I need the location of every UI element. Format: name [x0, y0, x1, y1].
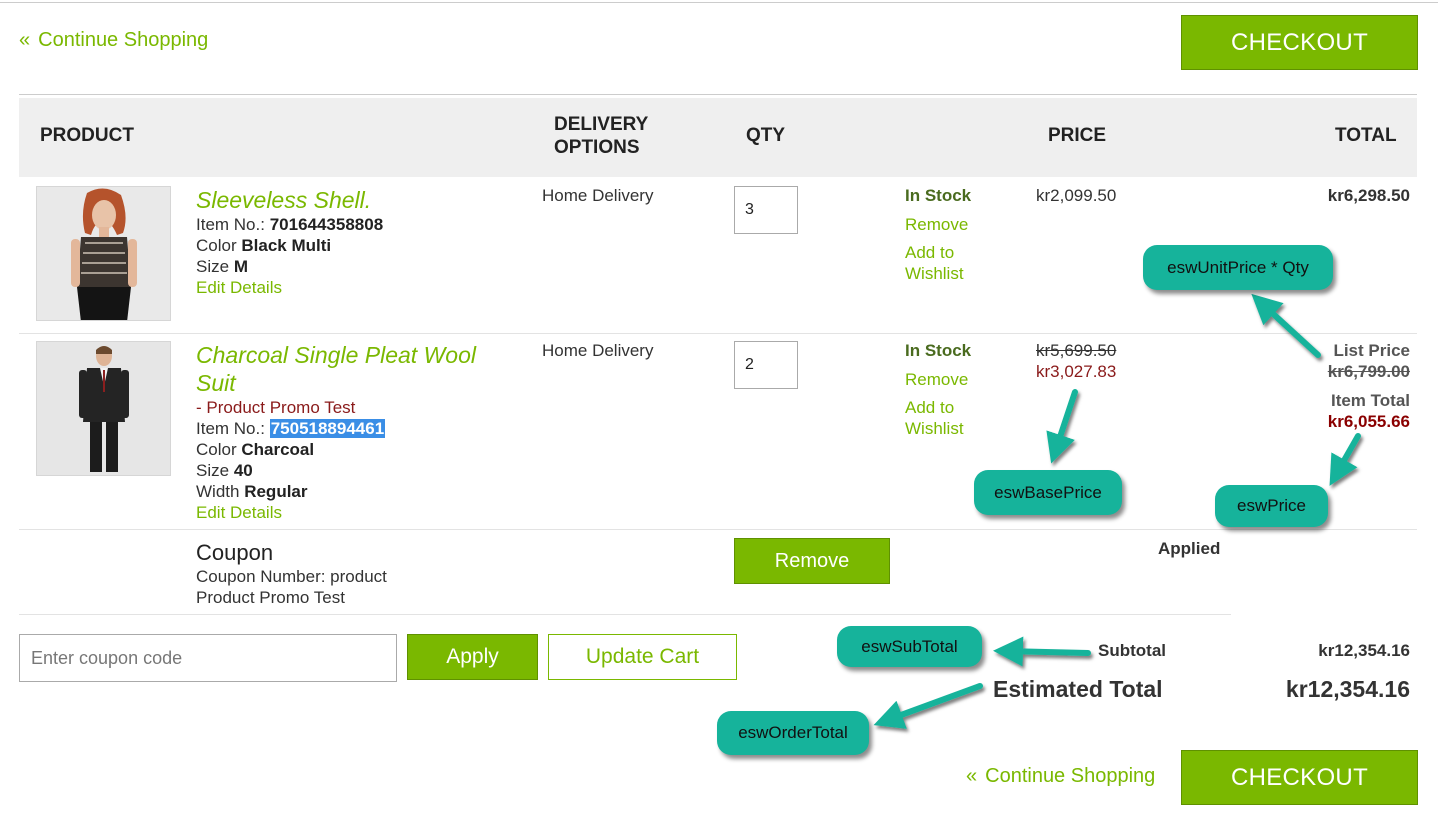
header-delivery-options: DELIVERY OPTIONS	[554, 114, 649, 158]
product-name-link[interactable]: Charcoal Single Pleat Wool Suit	[196, 341, 506, 397]
stock-status: In Stock	[905, 186, 972, 205]
item-total-value: kr6,055.66	[1327, 412, 1410, 431]
product-image-charcoal-suit[interactable]	[36, 341, 171, 476]
arrow-unit-price	[1251, 293, 1321, 358]
item-size: Size 40	[196, 461, 253, 480]
item-width: Width Regular	[196, 482, 308, 501]
woman-model-image	[37, 187, 170, 320]
checkout-button-bottom[interactable]: CHECKOUT	[1181, 750, 1418, 805]
annotation-base-price: eswBasePrice	[974, 470, 1122, 515]
update-cart-button[interactable]: Update Cart	[548, 634, 737, 680]
list-price-value: kr6,799.00	[1327, 362, 1410, 381]
header-divider	[19, 94, 1417, 95]
item-number-selected: 750518894461	[269, 419, 386, 438]
item-color: Color Black Multi	[196, 236, 332, 255]
add-to-wishlist-link[interactable]: Add to Wishlist	[905, 242, 964, 284]
estimated-total-label: Estimated Total	[993, 676, 1163, 702]
arrow-subtotal	[993, 636, 1091, 667]
product-name-link[interactable]: Sleeveless Shell.	[196, 186, 371, 214]
arrow-order-total	[873, 683, 983, 729]
coupon-number: Coupon Number: product	[196, 567, 387, 586]
checkout-button-top[interactable]: CHECKOUT	[1181, 15, 1418, 70]
double-chevron-left-icon: «	[19, 29, 31, 51]
promo-label: - Product Promo Test	[196, 398, 356, 417]
quantity-input[interactable]	[734, 341, 798, 389]
list-price-label: List Price	[1333, 341, 1410, 360]
apply-coupon-button[interactable]: Apply	[407, 634, 538, 680]
cart-table-header	[19, 98, 1417, 177]
header-total: TOTAL	[1335, 125, 1397, 146]
quantity-input[interactable]	[734, 186, 798, 234]
remove-item-link[interactable]: Remove	[905, 369, 968, 390]
estimated-total-value: kr12,354.16	[1285, 676, 1410, 702]
original-price: kr5,699.50	[1036, 341, 1117, 360]
annotation-price: eswPrice	[1215, 485, 1328, 527]
remove-coupon-button[interactable]: Remove	[734, 538, 890, 584]
add-to-wishlist-link[interactable]: Add to Wishlist	[905, 397, 964, 439]
edit-details-link[interactable]: Edit Details	[196, 277, 282, 298]
annotation-order-total: eswOrderTotal	[717, 711, 869, 755]
header-product: PRODUCT	[40, 125, 134, 146]
item-number: Item No.: 750518894461	[196, 419, 386, 438]
continue-shopping-label: Continue Shopping	[985, 765, 1156, 787]
subtotal-label: Subtotal	[1098, 641, 1166, 660]
stock-status: In Stock	[905, 341, 972, 360]
item-size: Size M	[196, 257, 248, 276]
item-color: Color Charcoal	[196, 440, 315, 459]
row-divider	[19, 529, 1417, 530]
line-total: kr6,298.50	[1327, 186, 1410, 205]
annotation-unit-price-qty: eswUnitPrice * Qty	[1143, 245, 1333, 290]
continue-shopping-link-top[interactable]: « Continue Shopping	[19, 29, 208, 52]
top-divider	[0, 2, 1438, 3]
unit-price: kr2,099.50	[1036, 186, 1117, 205]
sale-price: kr3,027.83	[1036, 362, 1117, 381]
subtotal-value: kr12,354.16	[1318, 641, 1410, 660]
row-divider	[19, 333, 1417, 334]
annotation-subtotal: eswSubTotal	[837, 626, 982, 667]
delivery-option: Home Delivery	[542, 341, 654, 360]
coupon-description: Product Promo Test	[196, 588, 345, 607]
double-chevron-left-icon: «	[966, 765, 978, 787]
product-image-sleeveless-shell[interactable]	[36, 186, 171, 321]
remove-item-link[interactable]: Remove	[905, 214, 968, 235]
continue-shopping-link-bottom[interactable]: « Continue Shopping	[966, 765, 1155, 788]
coupon-status: Applied	[1158, 539, 1221, 558]
man-model-image	[37, 342, 170, 475]
header-price: PRICE	[1048, 125, 1107, 146]
coupon-code-input[interactable]	[19, 634, 397, 682]
arrow-price	[1329, 433, 1361, 486]
edit-details-link[interactable]: Edit Details	[196, 502, 282, 523]
continue-shopping-label: Continue Shopping	[38, 29, 209, 51]
item-number: Item No.: 701644358808	[196, 215, 384, 234]
item-total-label: Item Total	[1330, 391, 1410, 410]
header-qty: QTY	[746, 125, 786, 146]
row-divider	[19, 614, 1231, 615]
delivery-option: Home Delivery	[542, 186, 654, 205]
arrow-base-price	[1046, 389, 1078, 464]
coupon-title: Coupon	[196, 540, 274, 565]
